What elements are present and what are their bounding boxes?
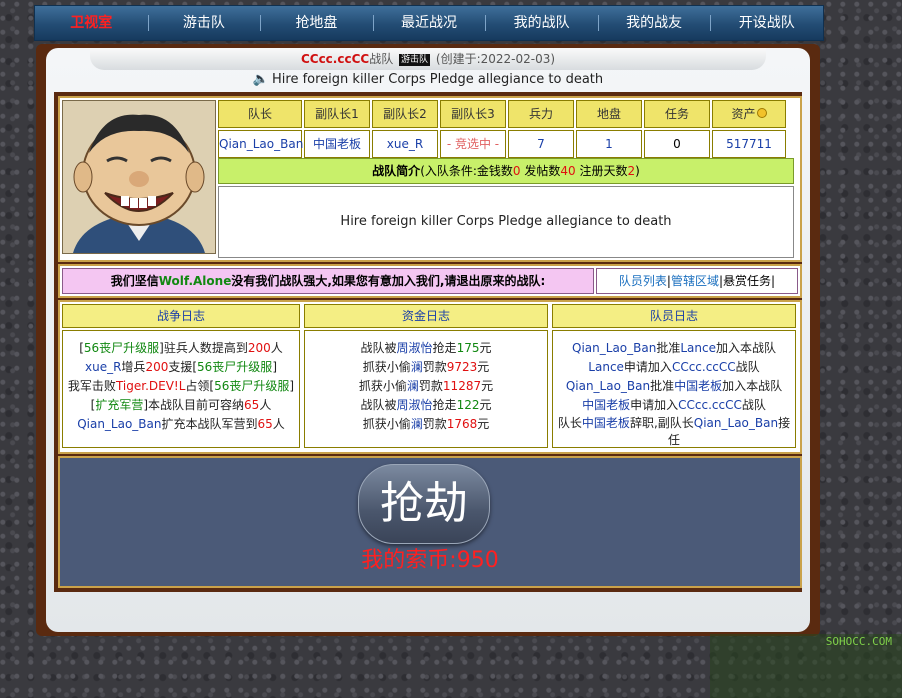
- team-info-panel: 队长 副队长1 副队长2 副队长3 兵力 地盘 任务 资产 Qian_Lao_B…: [58, 96, 802, 262]
- member-log: 队员日志 Qian_Lao_Ban批准Lance加入本战队 Lance申请加入C…: [552, 304, 796, 448]
- list-item: 抓获小偷澜罚款9723元: [362, 360, 490, 374]
- header-territory: 地盘: [576, 100, 642, 128]
- site-watermark-logo: SOHOCC.COM: [710, 634, 902, 698]
- troops-value: 7: [508, 130, 574, 158]
- intro-text: Hire foreign killer Corps Pledge allegia…: [218, 186, 794, 258]
- team-tag-badge: 游击队: [399, 54, 431, 66]
- team-name: CCcc.ccCC: [300, 52, 370, 66]
- war-log-body: [56丧尸升级服]驻兵人数提高到200人 xue_R增兵200支援[56丧尸升级…: [62, 330, 300, 448]
- territory-value: 1: [576, 130, 642, 158]
- intro-bar: 战队简介(入队条件:金钱数0 发帖数40 注册天数2): [218, 158, 794, 184]
- list-item: [56丧尸升级服]驻兵人数提高到200人: [79, 341, 283, 355]
- logs-panel: 战争日志 [56丧尸升级服]驻兵人数提高到200人 xue_R增兵200支援[5…: [58, 300, 802, 454]
- assets-value: 517711: [712, 130, 786, 158]
- list-item: Qian_Lao_Ban批准Lance加入本战队: [572, 341, 776, 355]
- list-item: 队长中国老板辞职,副队长Qian_Lao_Ban接任: [557, 416, 791, 447]
- rob-panel: 抢劫 我的索币:950: [58, 456, 802, 588]
- cond-days: 2: [627, 164, 636, 178]
- speaker-icon: 🔈: [252, 72, 270, 87]
- tasks-value: 0: [644, 130, 710, 158]
- leader-avatar: [62, 100, 216, 254]
- nav-item-create-team[interactable]: 开设战队: [710, 6, 823, 40]
- rival-team-name: Wolf.Alone: [158, 274, 232, 288]
- fund-log: 资金日志 战队被周淑怡抢走175元 抓获小偷澜罚款9723元 抓获小偷澜罚款11…: [304, 304, 548, 448]
- coin-icon: [756, 108, 767, 118]
- recruit-bar: 我们坚信Wolf.Alone没有我们战队强大,如果您有意加入我们,请退出原来的战…: [58, 264, 802, 298]
- leader-name-link[interactable]: Qian_Lao_Ban: [218, 130, 303, 158]
- slogan-text: Hire foreign killer Corps Pledge allegia…: [272, 72, 604, 87]
- team-links: 队员列表|管辖区域|悬赏任务|: [596, 268, 798, 294]
- team-suffix: 战队: [369, 52, 394, 66]
- list-item: Qian_Lao_Ban批准中国老板加入本战队: [565, 379, 783, 393]
- list-item: 中国老板申请加入CCcc.ccCC战队: [582, 398, 766, 412]
- header-vice3: 副队长3: [440, 100, 506, 128]
- team-header: CCcc.ccCC战队 游击队 (创建于:2022-02-03): [90, 48, 766, 70]
- fund-log-title: 资金日志: [304, 304, 548, 328]
- bounty-task-link[interactable]: 悬赏任务|: [723, 274, 775, 288]
- list-item: Lance申请加入CCcc.ccCC战队: [588, 360, 760, 374]
- main-panel: CCcc.ccCC战队 游击队 (创建于:2022-02-03) 🔈 Hire f…: [46, 48, 810, 632]
- caricature-avatar-image: [63, 101, 215, 253]
- war-log-title: 战争日志: [62, 304, 300, 328]
- list-item: 抓获小偷澜罚款1768元: [362, 417, 490, 431]
- recruit-message: 我们坚信Wolf.Alone没有我们战队强大,如果您有意加入我们,请退出原来的战…: [62, 268, 594, 294]
- stats-header-row: 队长 副队长1 副队长2 副队长3 兵力 地盘 任务 资产: [218, 100, 796, 128]
- nav-item-my-team[interactable]: 我的战队: [485, 6, 598, 40]
- created-date: (创建于:2022-02-03): [435, 52, 556, 66]
- header-assets: 资产: [712, 100, 786, 128]
- nav-item-territory[interactable]: 抢地盘: [260, 6, 373, 40]
- header-leader: 队长: [218, 100, 302, 128]
- content-area: 队长 副队长1 副队长2 副队长3 兵力 地盘 任务 资产 Qian_Lao_B…: [54, 92, 802, 592]
- list-item: xue_R增兵200支援[56丧尸升级服]: [84, 360, 277, 374]
- cond-posts: 40: [560, 164, 576, 178]
- member-list-link[interactable]: 队员列表: [619, 274, 667, 288]
- header-troops: 兵力: [508, 100, 574, 128]
- nav-item-recent[interactable]: 最近战况: [372, 6, 486, 40]
- cond-money: 0: [512, 164, 521, 178]
- vice1-name-link[interactable]: 中国老板: [304, 130, 370, 158]
- fund-log-body: 战队被周淑怡抢走175元 抓获小偷澜罚款9723元 抓获小偷澜罚款11287元 …: [304, 330, 548, 448]
- my-coins: 我的索币:950: [361, 548, 499, 573]
- vice2-name-link[interactable]: xue_R: [372, 130, 438, 158]
- list-item: [扩充军营]本战队目前可容纳65人: [90, 398, 272, 412]
- member-log-title: 队员日志: [552, 304, 796, 328]
- nav-item-guerrilla[interactable]: 游击队: [147, 6, 261, 40]
- list-item: 战队被周淑怡抢走122元: [360, 398, 492, 412]
- nav-item-weishi[interactable]: 卫视室: [35, 6, 148, 40]
- list-item: 抓获小偷澜罚款11287元: [358, 379, 494, 393]
- list-item: Qian_Lao_Ban扩充本战队军营到65人: [77, 417, 285, 431]
- war-log: 战争日志 [56丧尸升级服]驻兵人数提高到200人 xue_R增兵200支援[5…: [62, 304, 300, 448]
- header-vice2: 副队长2: [372, 100, 438, 128]
- list-item: 我军击败Tiger.DEV!L占领[56丧尸升级服]: [67, 379, 295, 393]
- vice3-campaign: - 竞选中 -: [440, 130, 506, 158]
- team-slogan: 🔈 Hire foreign killer Corps Pledge allegi…: [46, 72, 810, 87]
- intro-label: 战队简介: [372, 164, 421, 178]
- header-tasks: 任务: [644, 100, 710, 128]
- nav-item-my-friends[interactable]: 我的战友: [597, 6, 711, 40]
- list-item: 战队被周淑怡抢走175元: [360, 341, 492, 355]
- main-frame: CCcc.ccCC战队 游击队 (创建于:2022-02-03) 🔈 Hire f…: [36, 44, 820, 636]
- header-vice1: 副队长1: [304, 100, 370, 128]
- stats-value-row: Qian_Lao_Ban 中国老板 xue_R - 竞选中 - 7 1 0 51…: [218, 128, 796, 158]
- top-nav: 卫视室 游击队 抢地盘 最近战况 我的战队 我的战友 开设战队: [34, 5, 824, 41]
- jurisdiction-link[interactable]: 管辖区域: [671, 274, 719, 288]
- stats-table: 队长 副队长1 副队长2 副队长3 兵力 地盘 任务 资产 Qian_Lao_B…: [218, 100, 796, 158]
- rob-button[interactable]: 抢劫: [358, 464, 490, 544]
- member-log-body: Qian_Lao_Ban批准Lance加入本战队 Lance申请加入CCcc.c…: [552, 330, 796, 448]
